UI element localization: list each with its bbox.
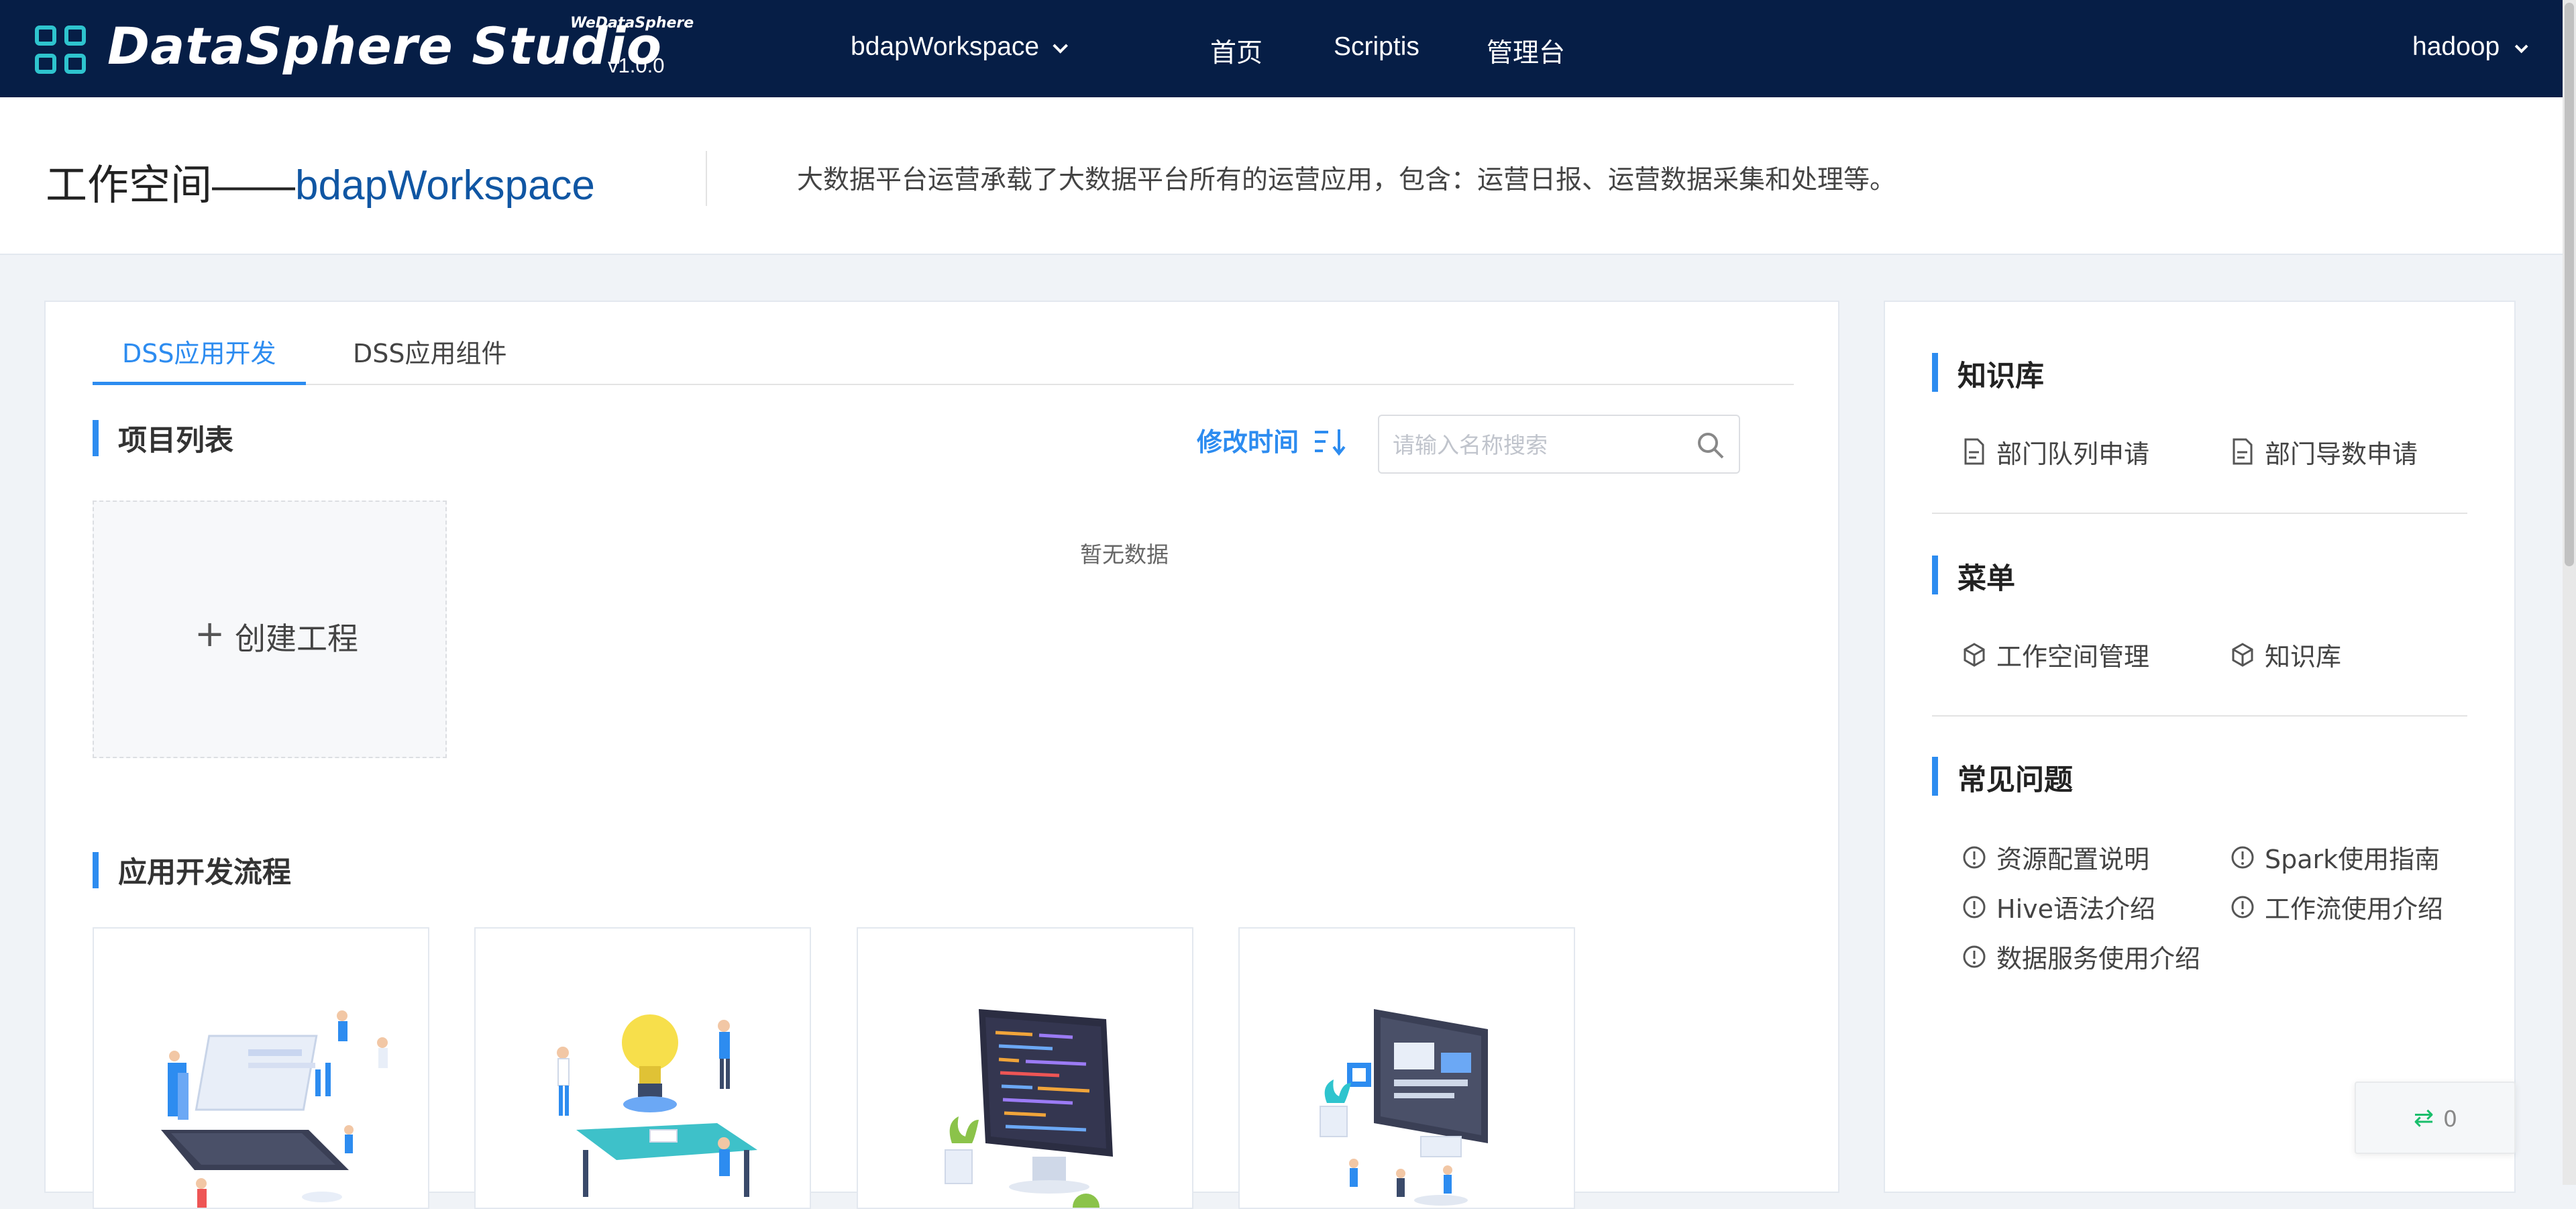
document-icon [2233, 438, 2253, 465]
link-resource-config[interactable]: 资源配置说明 [1962, 839, 2149, 876]
scrollbar-thumb[interactable] [2565, 3, 2574, 566]
project-search-box [1378, 415, 1740, 474]
dashboard-monitor-illustration-icon [1320, 1009, 1488, 1206]
divider [1932, 715, 2467, 717]
knowledge-base-title: 知识库 [1932, 353, 2044, 395]
sort-icon[interactable] [1313, 427, 1347, 456]
app-flow-title: 应用开发流程 [93, 849, 291, 891]
link-label: 部门导数申请 [2265, 439, 2418, 469]
top-navbar: DataSphere Studio WeDataSphere v1.0.0 bd… [0, 0, 2563, 97]
create-project-label: 创建工程 [235, 621, 358, 657]
search-input[interactable] [1391, 428, 1686, 462]
flow-card-code[interactable] [857, 927, 1193, 1209]
flow-card-deploy[interactable] [1238, 927, 1575, 1209]
info-circle-icon [1963, 846, 1986, 869]
lightbulb-illustration-icon [557, 1014, 757, 1197]
cube-icon [1964, 643, 1985, 667]
link-spark-guide[interactable]: Spark使用指南 [2230, 839, 2440, 876]
link-dept-queue-apply[interactable]: 部门队列申请 [1962, 433, 2149, 470]
workspace-description: 大数据平台运营承载了大数据平台所有的运营应用，包含：运营日报、运营数据采集和处理… [797, 165, 1896, 195]
divider [1932, 513, 2467, 514]
info-circle-icon [2231, 846, 2254, 869]
side-panel: 知识库 部门队列申请 部门导数申请 菜单 工作空间管理 知识库 常见问题 资源配… [1884, 301, 2516, 1193]
title-prefix: 工作空间—— [46, 162, 296, 209]
link-label: Spark使用指南 [2265, 845, 2440, 874]
return-arrow-icon: ⇄ [2414, 1104, 2434, 1132]
link-label: 工作流使用介绍 [2265, 894, 2444, 924]
link-label: 数据服务使用介绍 [1996, 944, 2201, 974]
link-data-service-guide[interactable]: 数据服务使用介绍 [1962, 938, 2200, 975]
workspace-selector[interactable]: bdapWorkspace [851, 32, 1069, 62]
chevron-down-icon [2514, 40, 2528, 54]
link-label: 资源配置说明 [1996, 845, 2150, 874]
link-dept-export-apply[interactable]: 部门导数申请 [2230, 433, 2418, 470]
link-knowledge-base[interactable]: 知识库 [2230, 636, 2341, 673]
chevron-down-icon [1053, 38, 1069, 54]
plus-icon: + [195, 613, 225, 655]
code-monitor-illustration-icon [945, 1009, 1113, 1208]
create-project-card[interactable]: + 创建工程 [93, 501, 447, 758]
nav-scriptis[interactable]: Scriptis [1334, 32, 1419, 62]
header-divider [706, 151, 707, 206]
tab-bar: DSS应用开发 DSS应用组件 [93, 331, 1794, 385]
flow-card-idea[interactable] [474, 927, 811, 1209]
link-label: 工作空间管理 [1996, 642, 2150, 672]
link-label: 部门队列申请 [1996, 439, 2150, 469]
workspace-header: 工作空间——bdapWorkspace 大数据平台运营承载了大数据平台所有的运营… [0, 97, 2563, 255]
user-menu[interactable]: hadoop [2412, 32, 2528, 62]
info-circle-icon [1963, 945, 1986, 968]
nav-home[interactable]: 首页 [1210, 32, 1263, 70]
workspace-name: bdapWorkspace [851, 32, 1040, 61]
tab-dss-app-components[interactable]: DSS应用组件 [353, 331, 507, 385]
project-list-title: 项目列表 [93, 417, 233, 459]
document-icon [1964, 438, 1984, 465]
link-hive-syntax[interactable]: Hive语法介绍 [1962, 888, 2155, 925]
page-title: 工作空间——bdapWorkspace [46, 151, 595, 211]
vertical-scrollbar[interactable] [2563, 0, 2576, 1185]
no-data-text: 暂无数据 [1080, 541, 1169, 568]
flow-card-develop[interactable] [93, 927, 429, 1209]
menu-title: 菜单 [1932, 556, 2015, 597]
laptop-illustration-icon [161, 1010, 388, 1208]
username: hadoop [2412, 32, 2500, 61]
info-circle-icon [2231, 896, 2254, 918]
cube-icon [2232, 643, 2253, 667]
link-label: Hive语法介绍 [1996, 894, 2155, 924]
brand-subtitle: WeDataSphere [570, 15, 694, 32]
floating-task-badge[interactable]: ⇄ 0 [2355, 1082, 2516, 1154]
main-panel: DSS应用开发 DSS应用组件 项目列表 修改时间 + 创建工程 暂无数据 应用… [44, 301, 1839, 1209]
app-logo-icon[interactable] [35, 25, 89, 76]
link-label: 知识库 [2265, 642, 2342, 672]
search-icon[interactable] [1695, 429, 1727, 462]
faq-title: 常见问题 [1932, 757, 2073, 798]
title-workspace-name: bdapWorkspace [295, 162, 595, 209]
info-circle-icon [1963, 896, 1986, 918]
sort-by-modified-button[interactable]: 修改时间 [1197, 421, 1299, 458]
version-label: v1.0.0 [608, 54, 665, 77]
nav-admin[interactable]: 管理台 [1487, 32, 1565, 70]
task-count: 0 [2443, 1106, 2457, 1132]
link-workspace-management[interactable]: 工作空间管理 [1962, 636, 2149, 673]
link-workflow-guide[interactable]: 工作流使用介绍 [2230, 888, 2443, 925]
tab-dss-app-dev[interactable]: DSS应用开发 [93, 331, 306, 385]
